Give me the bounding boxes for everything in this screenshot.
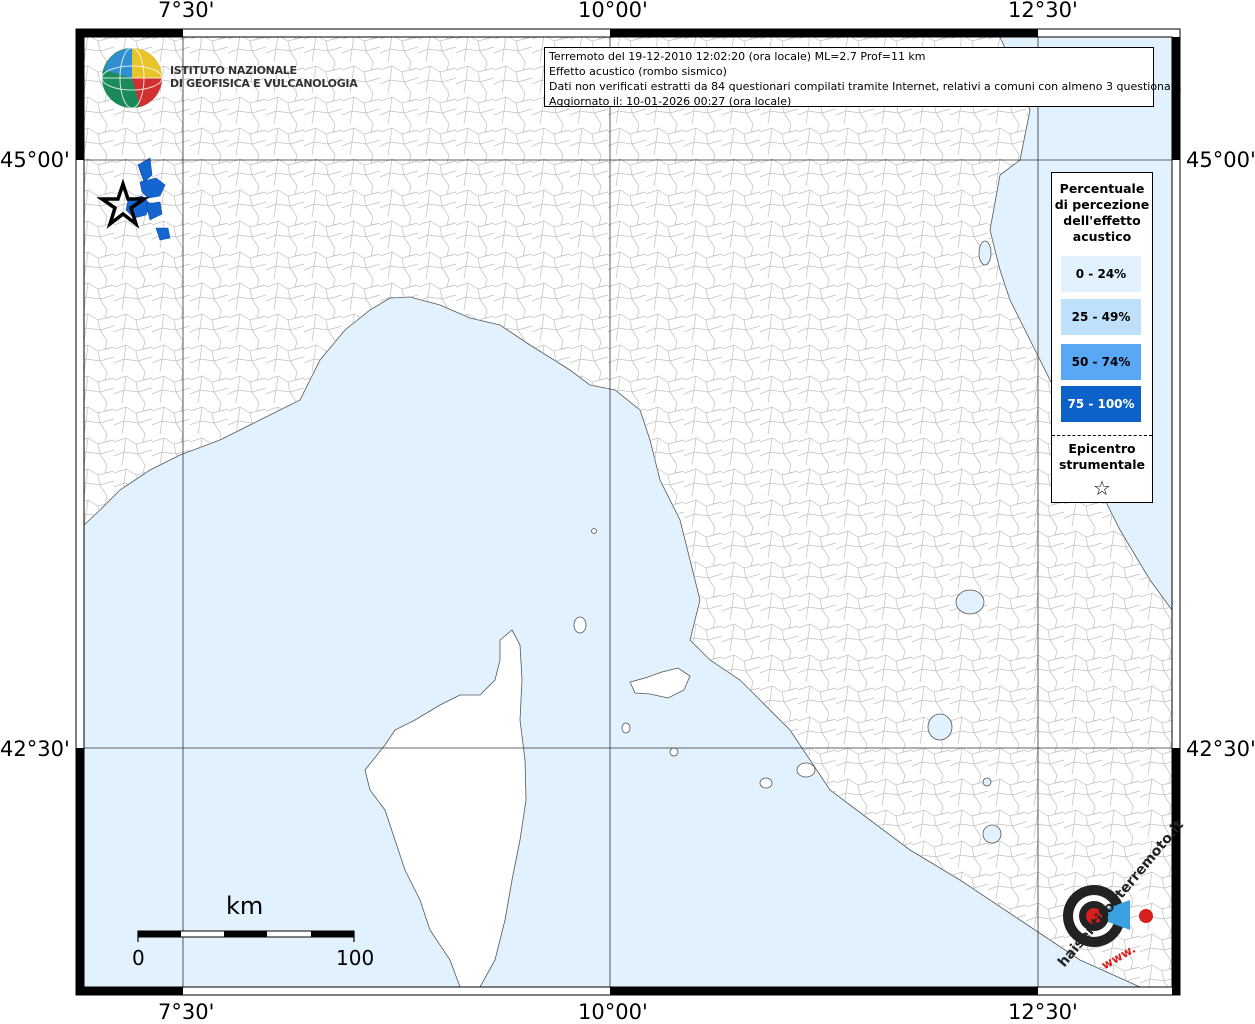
scale-end: 100 <box>336 946 375 970</box>
lake-bolsena <box>927 713 953 741</box>
lat-label-right-2: 42°30' <box>1186 737 1255 761</box>
lon-label-top-3: 12°30' <box>1008 0 1078 22</box>
scale-unit: km <box>226 892 264 920</box>
legend-star-icon: ☆ <box>1093 476 1111 500</box>
legend-item-2: 50 - 74% <box>1061 344 1141 380</box>
event-info-line4: Aggiornato il: 10-01-2026 00:27 (ora loc… <box>549 95 792 108</box>
capraia <box>573 616 587 634</box>
ingv-logo-text: ISTITUTO NAZIONALE DI GEOFISICA E VULCAN… <box>170 64 358 90</box>
lon-label-bottom-3: 12°30' <box>1008 1000 1078 1024</box>
lat-label-left-1: 45°00' <box>0 148 70 172</box>
lon-label-top-2: 10°00' <box>578 0 648 22</box>
legend-item-0: 0 - 24% <box>1061 256 1141 292</box>
pianosa <box>621 722 631 734</box>
gorgona <box>591 528 597 534</box>
ingv-globe-icon <box>101 47 163 109</box>
argentario <box>796 762 816 778</box>
lon-label-bottom-1: 7°30' <box>158 1000 215 1024</box>
comacchio-lagoon <box>978 240 992 266</box>
lake-bracciano <box>982 824 1002 844</box>
legend-epicenter-label: Epicentro strumentale <box>1058 441 1146 472</box>
legend-title: Percentuale di percezione dell'effetto a… <box>1054 181 1150 244</box>
event-info-line1: Terremoto del 19-12-2010 12:02:20 (ora l… <box>549 50 926 63</box>
lake-trasimeno <box>955 589 985 615</box>
map[interactable] <box>0 0 1255 1024</box>
event-info-box: Terremoto del 19-12-2010 12:02:20 (ora l… <box>544 47 1182 108</box>
lat-label-right-1: 45°00' <box>1186 148 1255 172</box>
lat-label-left-2: 42°30' <box>0 737 70 761</box>
lon-label-bottom-2: 10°00' <box>578 1000 648 1024</box>
montecristo <box>669 747 679 757</box>
scale-start: 0 <box>132 946 145 970</box>
legend: Percentuale di percezione dell'effetto a… <box>1051 172 1153 503</box>
event-info-line3: Dati non verificati estratti da 84 quest… <box>549 80 1182 93</box>
legend-divider <box>1052 435 1152 436</box>
ingv-line2: DI GEOFISICA E VULCANOLOGIA <box>170 77 358 90</box>
ingv-line1: ISTITUTO NAZIONALE <box>170 64 297 77</box>
lake-vico <box>982 777 992 787</box>
giglio <box>759 777 773 789</box>
legend-item-3: 75 - 100% <box>1061 386 1141 422</box>
lon-label-top-1: 7°30' <box>158 0 215 22</box>
event-info-line2: Effetto acustico (rombo sismico) <box>549 65 727 78</box>
legend-item-1: 25 - 49% <box>1061 299 1141 335</box>
